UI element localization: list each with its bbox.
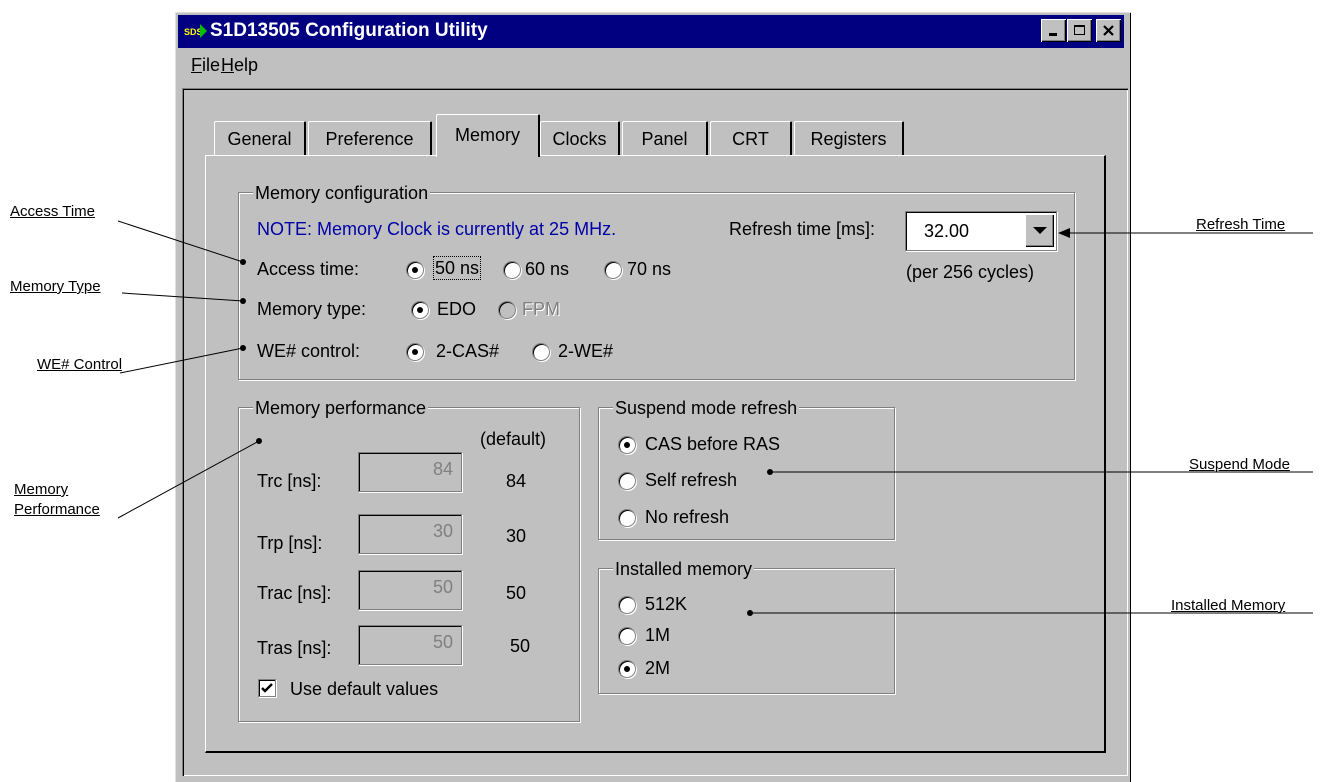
tab-registers[interactable]: Registers <box>794 121 904 155</box>
maximize-button[interactable] <box>1067 19 1092 42</box>
menu-file[interactable]: File <box>191 54 220 76</box>
window-title: S1D13505 Configuration Utility <box>210 20 488 41</box>
tab-panel[interactable]: Panel <box>622 121 708 155</box>
menu-help-label: elp <box>234 55 259 75</box>
callout-memory-performance-line1: Memory <box>14 481 69 498</box>
callout-access-time: Access Time <box>10 203 96 220</box>
close-icon <box>1103 25 1114 36</box>
tab-clocks[interactable]: Clocks <box>540 121 620 155</box>
tab-crt[interactable]: CRT <box>710 121 792 155</box>
tab-panel-memory <box>205 155 1106 753</box>
callout-installed-memory: Installed Memory <box>1171 597 1286 614</box>
tab-memory[interactable]: Memory <box>436 114 540 157</box>
close-button[interactable] <box>1096 19 1121 42</box>
callout-memory-performance-line2: Performance <box>14 501 100 518</box>
callout-refresh-time: Refresh Time <box>1196 216 1286 233</box>
callout-memory-type: Memory Type <box>10 278 101 295</box>
menu-help-accelerator: H <box>221 55 234 75</box>
maximize-icon <box>1073 25 1085 35</box>
callout-we-control: WE# Control <box>37 356 123 373</box>
sds-app-icon[interactable]: SDS <box>182 19 208 43</box>
minimize-icon <box>1049 33 1057 36</box>
tab-general[interactable]: General <box>214 121 306 155</box>
svg-text:SDS: SDS <box>184 27 203 37</box>
tab-preference[interactable]: Preference <box>308 121 432 155</box>
menu-help[interactable]: Help <box>221 54 258 76</box>
minimize-button[interactable] <box>1041 19 1066 42</box>
menu-file-label: ile <box>202 55 221 75</box>
menu-file-accelerator: F <box>191 55 202 75</box>
callout-suspend-mode: Suspend Mode <box>1189 456 1290 473</box>
